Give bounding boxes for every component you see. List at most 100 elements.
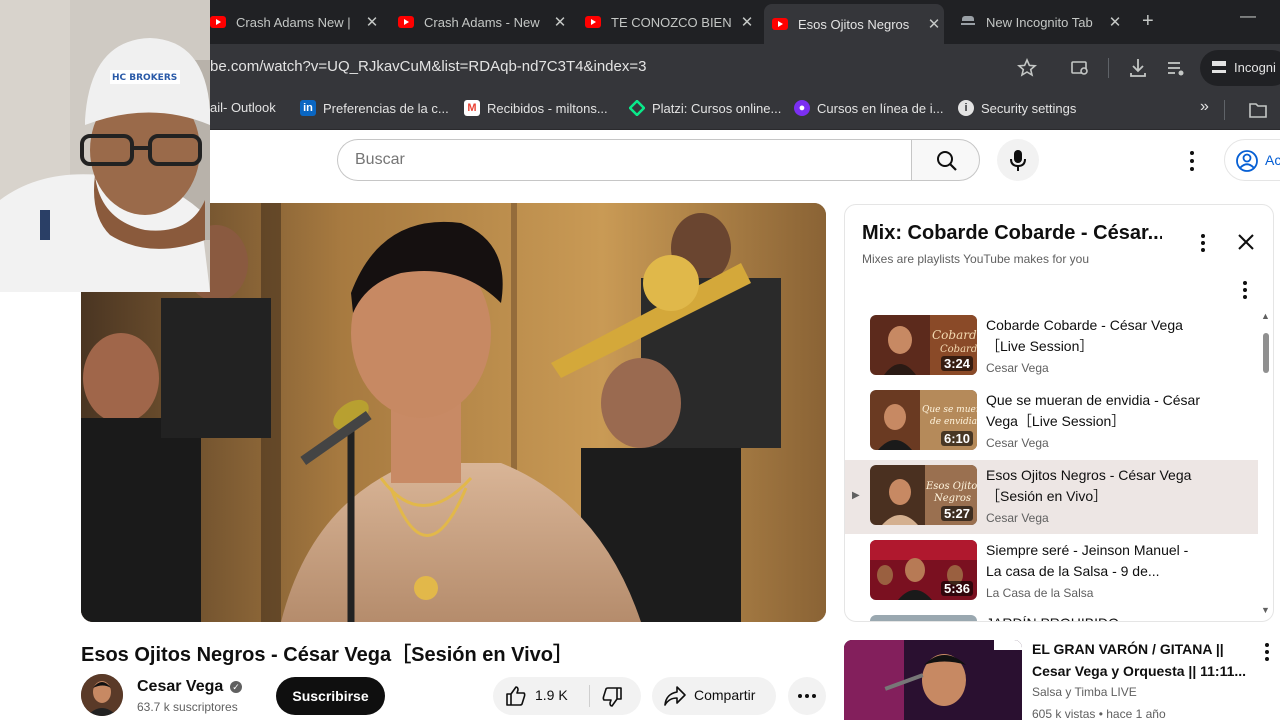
tab-title: Esos Ojitos Negros (798, 16, 910, 32)
mix-playlist-panel: Mix: Cobarde Cobarde - César... Mixes ar… (844, 204, 1274, 622)
playlist-item-title: Cobarde Cobarde - César Vega［Live Sessio… (986, 317, 1183, 354)
tab-esos-ojitos-negros[interactable]: Esos Ojitos Negros ✕ (764, 4, 944, 44)
youtube-favicon-icon (585, 16, 601, 28)
playlist-item-title: JARDÍN PROHIBIDO (986, 613, 1206, 621)
download-icon[interactable] (1128, 57, 1148, 79)
folder-icon[interactable] (1249, 102, 1267, 118)
dislike-button[interactable] (593, 677, 641, 715)
share-button[interactable]: Compartir (652, 677, 776, 715)
new-tab-button[interactable]: + (1142, 10, 1154, 33)
tab-close-icon[interactable]: ✕ (737, 13, 757, 31)
youtube-favicon-icon (772, 18, 788, 30)
incognito-label: Incogni (1234, 60, 1276, 75)
webcam-person-image: HC BROKERS (0, 0, 210, 292)
info-icon: i (958, 100, 974, 116)
bookmark-gmail[interactable]: M Recibidos - miltons... (464, 100, 608, 116)
playlist-title[interactable]: Mix: Cobarde Cobarde - César... (862, 222, 1162, 245)
bookmarks-overflow-button[interactable]: » (1200, 98, 1209, 116)
gmail-icon: M (464, 100, 480, 116)
tab-title: Crash Adams - New (424, 14, 540, 30)
thumbs-up-icon (506, 686, 526, 706)
playlist-thumbnail: Esos Ojitos Negros 5:27 (870, 465, 977, 525)
recommended-thumbnail (844, 640, 1022, 720)
share-arrow-icon (664, 686, 686, 706)
playlist-item-channel: Cesar Vega (986, 436, 1049, 450)
tab-crash-adams-1[interactable]: Crash Adams New | ✕ (210, 6, 382, 38)
tab-close-icon[interactable]: ✕ (1105, 13, 1125, 31)
tab-te-conozco-bien[interactable]: TE CONOZCO BIEN ✕ (585, 6, 757, 38)
bookmark-star-icon[interactable] (1017, 58, 1037, 78)
bookmark-label: Preferencias de la c... (323, 100, 449, 116)
tab-new-incognito[interactable]: New Incognito Tab ✕ (960, 6, 1125, 38)
more-actions-button[interactable] (788, 677, 826, 715)
recommended-title: EL GRAN VARÓN / GITANA || Cesar Vega y O… (1032, 641, 1247, 679)
media-queue-icon[interactable] (1166, 58, 1186, 78)
platzi-icon (628, 99, 646, 117)
bookmark-platzi[interactable]: Platzi: Cursos online... (628, 99, 781, 117)
search-button[interactable] (911, 139, 980, 181)
playlist-thumbnail: 5:36 (870, 540, 977, 600)
scroll-down-arrow-icon[interactable]: ▼ (1261, 605, 1270, 615)
playlist-item[interactable]: 5:36 Siempre seré - Jeinson Manuel - La … (845, 535, 1258, 609)
svg-text:HC BROKERS: HC BROKERS (112, 73, 177, 83)
thumbs-down-icon (602, 687, 622, 707)
recommended-channel[interactable]: Salsa y Timba LIVE (1032, 685, 1137, 699)
recommended-video[interactable]: EL GRAN VARÓN / GITANA || Cesar Vega y O… (844, 638, 1280, 720)
sign-in-label: Ac (1265, 152, 1280, 168)
incognito-icon (960, 15, 976, 29)
cast-search-icon[interactable] (1070, 58, 1090, 78)
playlist-item[interactable]: Cobarde Cobarde 3:24 Cobarde Cobarde - C… (845, 310, 1258, 384)
video-duration: 6:10 (940, 431, 973, 446)
tab-close-icon[interactable]: ✕ (924, 15, 944, 33)
minimize-button[interactable]: — (1240, 8, 1256, 26)
tab-close-icon[interactable]: ✕ (362, 13, 382, 31)
search-input[interactable]: Buscar (337, 139, 912, 181)
recommended-meta: 605 k vistas • hace 1 año (1032, 707, 1166, 720)
toolbar-divider (1108, 58, 1109, 78)
video-duration: 5:36 (940, 581, 973, 596)
playlist-item-title: Que se mueran de envidia - César Vega［Li… (986, 392, 1200, 429)
like-divider (589, 685, 590, 707)
scroll-up-arrow-icon[interactable]: ▲ (1261, 311, 1270, 321)
microphone-icon (1010, 150, 1026, 171)
playlist-item[interactable]: Que se mueran de envidia 6:10 Que se mue… (845, 385, 1258, 459)
search-icon (937, 151, 957, 171)
bookmark-label: Cursos en línea de i... (817, 100, 944, 116)
like-button[interactable]: 1.9 K (493, 677, 583, 715)
voice-search-button[interactable] (997, 139, 1039, 181)
playlist-item-title: Siempre seré - Jeinson Manuel - La casa … (986, 542, 1189, 579)
close-icon[interactable] (1235, 231, 1257, 253)
verified-badge-icon: ✓ (230, 681, 242, 693)
video-duration: 5:27 (940, 506, 973, 521)
like-count: 1.9 K (535, 687, 568, 703)
bookmark-security-settings[interactable]: i Security settings (958, 100, 1076, 116)
more-horizontal-icon (798, 694, 816, 698)
bookmark-outlook[interactable]: ail- Outlook (210, 100, 276, 115)
bookmark-linkedin[interactable]: in Preferencias de la c... (300, 100, 449, 116)
tab-crash-adams-2[interactable]: Crash Adams - New ✕ (398, 6, 570, 38)
share-label: Compartir (694, 687, 756, 703)
channel-name[interactable]: Cesar Vega (137, 678, 223, 696)
playlist-menu-icon[interactable] (1197, 233, 1209, 253)
tab-title: TE CONOZCO BIEN (611, 14, 732, 30)
account-icon (1236, 150, 1258, 172)
bookmarks-divider (1224, 100, 1225, 120)
course-icon: ● (794, 100, 810, 116)
playlist-item-channel: Cesar Vega (986, 361, 1049, 375)
url-field[interactable]: be.com/watch?v=UQ_RJkavCuM&list=RDAqb-nd… (210, 58, 646, 75)
bookmark-courses[interactable]: ● Cursos en línea de i... (794, 100, 943, 116)
playlist-item-current[interactable]: ▶ Esos Ojitos Negros 5:27 Esos Ojitos Ne… (845, 460, 1258, 534)
tab-close-icon[interactable]: ✕ (550, 13, 570, 31)
channel-avatar[interactable] (81, 674, 123, 716)
subscriber-count: 63.7 k suscriptores (137, 700, 238, 714)
avatar-image (81, 674, 123, 716)
sign-in-button[interactable]: Ac (1224, 139, 1280, 181)
playlist-item[interactable]: JARDÍN PROHIBIDO (845, 610, 1258, 621)
playlist-options-icon[interactable] (1239, 280, 1251, 300)
recommendation-menu-icon[interactable] (1262, 642, 1272, 662)
incognito-profile-button[interactable]: Incogni (1200, 50, 1280, 86)
settings-menu-icon[interactable] (1185, 150, 1199, 172)
subscribe-button[interactable]: Suscribirse (276, 677, 385, 715)
playlist-scrollbar-thumb[interactable] (1263, 333, 1269, 373)
playlist-item-channel: La Casa de la Salsa (986, 586, 1094, 600)
